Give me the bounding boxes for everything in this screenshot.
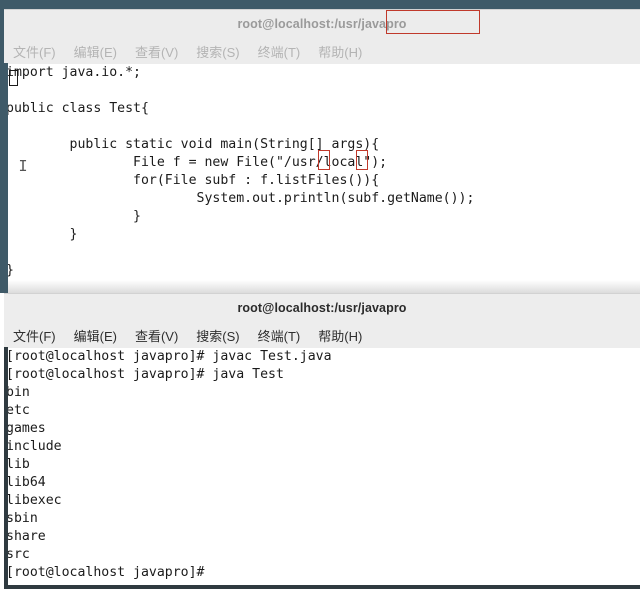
menu-view[interactable]: 查看(V)	[135, 42, 178, 61]
terminal-line: src	[6, 547, 30, 562]
code-line: }	[6, 263, 14, 278]
menu-file[interactable]: 文件(F)	[13, 42, 56, 61]
terminal-line: etc	[6, 403, 30, 418]
terminal-line: include	[6, 439, 62, 454]
code-line: }	[6, 209, 141, 224]
editor-menubar[interactable]: 文件(F) 编辑(E) 查看(V) 搜索(S) 终端(T) 帮助(H)	[4, 38, 640, 64]
menu-help[interactable]: 帮助(H)	[318, 42, 362, 61]
menu-terminal[interactable]: 终端(T)	[258, 42, 301, 61]
terminal-menubar[interactable]: 文件(F) 编辑(E) 查看(V) 搜索(S) 终端(T) 帮助(H)	[4, 322, 640, 348]
menu-view[interactable]: 查看(V)	[135, 326, 178, 345]
code-line: File f = new File("/usr/local");	[6, 155, 388, 170]
code-line: for(File subf : f.listFiles()){	[6, 173, 380, 188]
code-line: System.out.println(subf.getName());	[6, 191, 475, 206]
terminal-bottom-edge	[4, 585, 640, 589]
terminal-line: [root@localhost javapro]# java Test	[6, 367, 284, 382]
menu-edit[interactable]: 编辑(E)	[74, 42, 117, 61]
terminal-line: bin	[6, 385, 30, 400]
terminal-line: sbin	[6, 511, 38, 526]
terminal-left-gutter	[4, 347, 8, 589]
terminal-line: libexec	[6, 493, 62, 508]
editor-left-gutter	[4, 63, 8, 293]
menu-file[interactable]: 文件(F)	[13, 326, 56, 345]
menu-search[interactable]: 搜索(S)	[196, 42, 239, 61]
menu-edit[interactable]: 编辑(E)	[74, 326, 117, 345]
menu-search[interactable]: 搜索(S)	[196, 326, 239, 345]
terminal-line: [root@localhost javapro]# javac Test.jav…	[6, 349, 332, 364]
terminal-prompt-line: [root@localhost javapro]#	[6, 565, 213, 580]
editor-window-title: root@localhost:/usr/javapro	[237, 17, 407, 31]
editor-titlebar[interactable]: root@localhost:/usr/javapro	[4, 9, 640, 38]
terminal-window-title: root@localhost:/usr/javapro	[237, 301, 407, 315]
editor-window[interactable]: root@localhost:/usr/javapro 文件(F) 编辑(E) …	[4, 9, 640, 294]
code-line: public static void main(String[] args){	[6, 137, 380, 152]
text-caret	[9, 70, 18, 86]
mouse-ibeam-pointer: I	[18, 157, 28, 175]
terminal-line: lib	[6, 457, 30, 472]
terminal-line: share	[6, 529, 46, 544]
editor-text-area[interactable]: import java.io.*; public class Test{ pub…	[4, 64, 640, 294]
terminal-titlebar[interactable]: root@localhost:/usr/javapro	[4, 293, 640, 322]
terminal-line: lib64	[6, 475, 46, 490]
menu-terminal[interactable]: 终端(T)	[258, 326, 301, 345]
code-line: import java.io.*;	[6, 65, 141, 80]
screen-root: root@localhost:/usr/javapro 文件(F) 编辑(E) …	[0, 0, 640, 589]
terminal-line: games	[6, 421, 46, 436]
code-line: public class Test{	[6, 101, 149, 116]
output-terminal-window[interactable]: root@localhost:/usr/javapro 文件(F) 编辑(E) …	[4, 293, 640, 589]
menu-help[interactable]: 帮助(H)	[318, 326, 362, 345]
editor-bottom-fade	[4, 280, 640, 294]
terminal-output-area[interactable]: [root@localhost javapro]# javac Test.jav…	[4, 348, 640, 589]
code-line: }	[6, 227, 78, 242]
